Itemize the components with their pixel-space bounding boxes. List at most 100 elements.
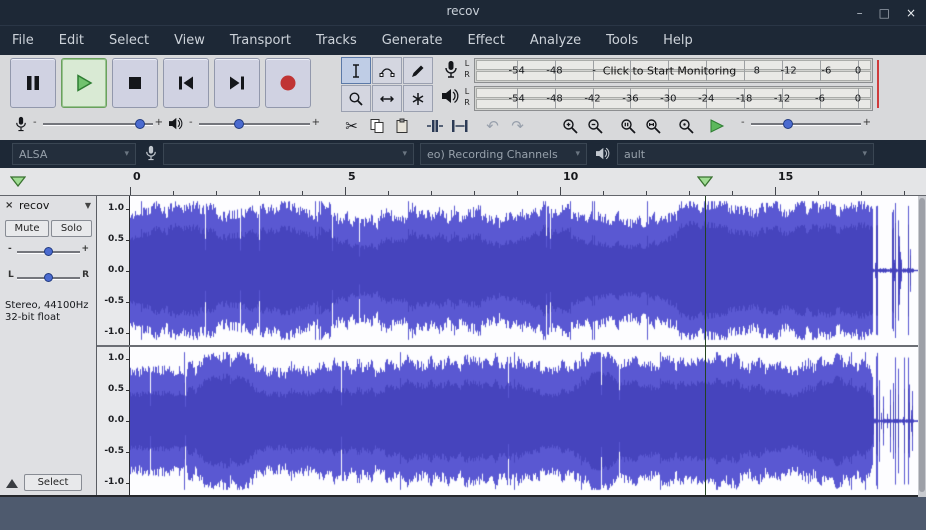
fit-selection-button[interactable]: [616, 114, 641, 138]
skip-to-start-button[interactable]: [163, 58, 209, 108]
titlebar[interactable]: recov – □ ×: [0, 0, 926, 25]
silence-selection-button[interactable]: [447, 114, 472, 138]
recording-meter-mic-icon[interactable]: [444, 60, 458, 81]
ruler-tick: [259, 191, 260, 195]
skip-start-icon: [176, 73, 196, 93]
scale-tick: [126, 359, 129, 360]
scale-tick: [126, 240, 129, 241]
timeline-playhead-marker[interactable]: [697, 176, 713, 187]
slider-thumb[interactable]: [783, 119, 793, 129]
play-speed-slider[interactable]: - +: [741, 113, 871, 133]
menu-item-help[interactable]: Help: [663, 33, 693, 48]
minimize-button[interactable]: –: [857, 6, 863, 20]
meter-tick-label: -36: [622, 93, 638, 104]
slider-max-label: +: [863, 117, 871, 128]
skip-end-icon: [227, 73, 247, 93]
ruler-label: 0: [133, 170, 141, 183]
recording-channels-dropdown[interactable]: eo) Recording Channels ▾: [420, 143, 587, 165]
stop-button[interactable]: [112, 58, 158, 108]
timeline-ruler[interactable]: 051015: [0, 168, 926, 196]
slider-thumb[interactable]: [135, 119, 145, 129]
paste-button[interactable]: [389, 114, 414, 138]
record-icon: [278, 73, 298, 93]
ruler-tick: [474, 191, 475, 195]
ruler-tick: [130, 187, 131, 195]
slider-thumb[interactable]: [234, 119, 244, 129]
recording-device-dropdown[interactable]: ▾: [163, 143, 414, 165]
scissors-icon: ✂: [345, 117, 358, 135]
zoom-in-icon: [562, 118, 579, 135]
mute-button[interactable]: Mute: [5, 220, 49, 237]
zoom-in-button[interactable]: [558, 114, 583, 138]
window-title: recov: [0, 4, 926, 18]
waveform-channel-left[interactable]: [130, 196, 918, 345]
slider-thumb[interactable]: [44, 273, 53, 282]
pan-slider[interactable]: L R: [8, 268, 89, 286]
envelope-tool-button[interactable]: [372, 57, 402, 84]
menu-item-edit[interactable]: Edit: [59, 33, 84, 48]
draw-tool-button[interactable]: [403, 57, 433, 84]
track-menu-arrow-icon[interactable]: ▼: [85, 201, 91, 210]
recording-meter[interactable]: Click to Start Monitoring -54-48-8-12-60: [474, 58, 873, 83]
menu-item-tracks[interactable]: Tracks: [316, 33, 357, 48]
menu-item-tools[interactable]: Tools: [606, 33, 638, 48]
slider-min-label: -: [741, 117, 745, 128]
fit-project-button[interactable]: [641, 114, 666, 138]
menu-item-file[interactable]: File: [12, 33, 34, 48]
select-button[interactable]: Select: [24, 474, 82, 491]
collapse-button[interactable]: [4, 477, 20, 490]
play-button[interactable]: [61, 58, 107, 108]
menu-item-effect[interactable]: Effect: [467, 33, 504, 48]
menu-item-view[interactable]: View: [174, 33, 205, 48]
redo-icon: ↷: [511, 117, 524, 135]
zoom-toggle-button[interactable]: [674, 114, 699, 138]
menu-item-transport[interactable]: Transport: [230, 33, 291, 48]
ruler-tick: [861, 191, 862, 195]
slider-track[interactable]: [199, 123, 310, 125]
menu-item-generate[interactable]: Generate: [382, 33, 443, 48]
meter-tick-label: 0: [855, 65, 861, 76]
playback-meter[interactable]: -54-48-42-36-30-24-18-12-60: [474, 86, 873, 111]
zoom-out-button[interactable]: [583, 114, 608, 138]
meter-tick-label: -24: [698, 93, 714, 104]
waveform-channel-right[interactable]: [130, 347, 918, 495]
timeshift-tool-button[interactable]: [372, 85, 402, 112]
vertical-scrollbar[interactable]: [918, 196, 926, 497]
recording-volume-mic-icon: [15, 116, 27, 134]
recording-volume-slider[interactable]: - +: [33, 113, 163, 133]
audio-host-dropdown[interactable]: ALSA ▾: [12, 143, 136, 165]
playback-meter-speaker-icon[interactable]: [441, 88, 459, 104]
playback-volume-slider[interactable]: - +: [189, 113, 320, 133]
ibeam-icon: [348, 63, 364, 79]
menu-item-select[interactable]: Select: [109, 33, 149, 48]
cut-button[interactable]: ✂: [339, 114, 364, 138]
play-at-speed-button[interactable]: [702, 115, 732, 137]
record-button[interactable]: [265, 58, 311, 108]
track-name[interactable]: recov: [19, 199, 49, 212]
meter-monitor-text[interactable]: Click to Start Monitoring: [603, 64, 736, 77]
gain-slider[interactable]: - +: [8, 242, 89, 260]
playback-device-value: ault: [624, 148, 645, 161]
slider-thumb[interactable]: [44, 247, 53, 256]
scrollbar-thumb[interactable]: [919, 198, 925, 492]
zoom-tool-button[interactable]: [341, 85, 371, 112]
selection-tool-button[interactable]: [341, 57, 371, 84]
trim-outside-selection-button[interactable]: [422, 114, 447, 138]
redo-button[interactable]: ↷: [505, 114, 530, 138]
timeline-left-marker[interactable]: [10, 176, 26, 187]
copy-button[interactable]: [364, 114, 389, 138]
close-button[interactable]: ×: [906, 6, 916, 20]
skip-to-end-button[interactable]: [214, 58, 260, 108]
pause-button[interactable]: [10, 58, 56, 108]
track-close-button[interactable]: ×: [5, 200, 13, 211]
solo-button[interactable]: Solo: [51, 220, 92, 237]
maximize-button[interactable]: □: [879, 6, 890, 20]
toolbar-area: L R Click to Start Monitoring -54-48-8-1…: [0, 55, 926, 140]
undo-button[interactable]: ↶: [480, 114, 505, 138]
menu-item-analyze[interactable]: Analyze: [530, 33, 581, 48]
track-format-info: Stereo, 44100Hz: [5, 300, 89, 311]
multi-tool-button[interactable]: [403, 85, 433, 112]
channel-divider[interactable]: [97, 345, 918, 347]
playback-device-dropdown[interactable]: ault ▾: [617, 143, 874, 165]
slider-track[interactable]: [751, 123, 861, 125]
